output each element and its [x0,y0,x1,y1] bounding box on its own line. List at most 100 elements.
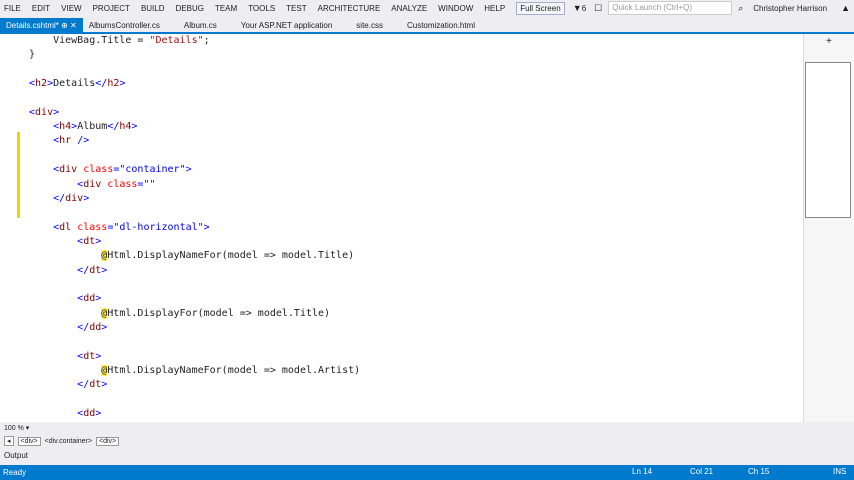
code-token: > [119,78,126,90]
menu-debug[interactable]: DEBUG [176,4,204,13]
menu-build[interactable]: BUILD [141,4,165,13]
code-line: @Html.DisplayNameFor(model => model.Titl… [29,249,354,263]
menu-test[interactable]: TEST [286,4,306,13]
code-token: hr [59,135,72,147]
code-token: h2 [35,78,48,90]
tab-label: Your ASP.NET application [240,21,333,30]
code-line: <h2>Details</h2> [29,77,125,91]
code-line: <dd> [29,292,101,306]
tab-label: AlbumsController.cs [88,21,160,30]
code-token: Html.DisplayFor(model => model.Title) [107,307,331,319]
code-token: dd [83,293,96,305]
menu-help[interactable]: HELP [484,4,505,13]
breadcrumb: ◂ <div> <div.container> <div> [4,436,120,446]
user-name[interactable]: Christopher Harrison [753,4,827,13]
code-token: class [83,164,114,176]
menu-project[interactable]: PROJECT [93,4,130,13]
code-token: </ [107,121,120,133]
code-token: > [53,106,60,118]
code-line: <dl class="dl-horizontal"> [29,221,210,235]
map-viewport[interactable] [805,62,851,218]
code-token: > [131,121,138,133]
pin-close-icon[interactable]: ⊕ ✕ [59,21,77,30]
code-line: } [29,48,35,62]
code-token: } [29,49,36,61]
tab-3[interactable]: Your ASP.NET application [235,18,350,33]
code-line: <dt> [29,350,101,364]
tab-1[interactable]: AlbumsController.cs [83,18,178,33]
status-bar: Ready Ln 14 Col 21 Ch 15 INS [0,465,854,480]
code-line: </dt> [29,378,107,392]
code-token: > [95,350,102,362]
code-token: div [59,164,78,176]
code-token: > [101,379,108,391]
breadcrumb-item[interactable]: <div.container> [45,438,92,445]
code-token: "Details" [149,35,204,46]
feedback-icon[interactable]: ☐ [594,3,602,14]
menu-edit[interactable]: EDIT [32,4,50,13]
code-token: > [101,264,108,276]
code-line: <hr /> [29,134,89,148]
zoom-level[interactable]: 100 % ▾ [4,424,29,432]
menu-architecture[interactable]: ARCHITECTURE [318,4,381,13]
tab-2[interactable]: Album.cs [178,18,235,33]
code-token: > [95,293,102,305]
code-token: h2 [107,78,120,90]
menu-team[interactable]: TEAM [215,4,237,13]
quick-launch-input[interactable]: Quick Launch (Ctrl+Q) [608,1,733,15]
full-screen-button[interactable]: Full Screen [516,1,565,15]
notification-flag-icon[interactable]: ▼ [573,3,582,13]
code-line: ViewBag.Title = "Details"; [29,34,210,48]
user-avatar-icon[interactable]: ▲ [841,3,850,13]
code-token: div [83,178,102,190]
tab-5[interactable]: Customization.html [401,18,493,33]
code-token: div [65,192,84,204]
code-line: <div> [29,106,59,120]
code-token: dl [59,221,72,233]
output-panel-tab[interactable]: Output [4,451,28,460]
code-token: "" [143,178,156,190]
menu-window[interactable]: WINDOW [438,4,473,13]
scroll-left-icon[interactable]: ◂ [4,436,14,446]
tab-label: Customization.html [406,21,475,30]
code-token: h4 [59,121,72,133]
menu-tools[interactable]: TOOLS [248,4,275,13]
code-token: ; [203,35,210,46]
code-token: </ [53,192,66,204]
notification-count[interactable]: 6 [582,4,586,13]
search-icon[interactable]: ⌕ [738,3,743,14]
code-line: <div class="container"> [29,163,192,177]
breadcrumb-item[interactable]: <div> [17,436,41,446]
title-right: ▼ 6 ☐ Quick Launch (Ctrl+Q) ⌕ Christophe… [573,1,854,15]
tab-4[interactable]: site.css [350,18,401,33]
code-token: </ [95,78,108,90]
breadcrumb-item[interactable]: <div> [96,436,120,446]
scrollbar-map[interactable]: + [803,34,854,422]
tab-label: Details.cshtml* [6,21,59,30]
code-token: ViewBag.Title = [29,35,150,46]
code-editor[interactable]: ViewBag.Title = "Details";} <h2>Details</… [0,34,803,422]
menu-file[interactable]: FILE [4,4,21,13]
code-token: Details [53,78,96,90]
code-token: </ [77,322,90,333]
code-token: > [101,322,108,333]
code-line: <div class="" [29,178,155,192]
code-token: dd [83,408,96,420]
menu-analyze[interactable]: ANALYZE [391,4,427,13]
code-token: </ [77,264,90,276]
change-marker [17,162,20,218]
code-token: "container" [119,164,186,176]
tab-0[interactable]: Details.cshtml* ⊕ ✕ [0,18,83,33]
menu-view[interactable]: VIEW [61,4,81,13]
split-icon[interactable]: + [826,36,832,47]
code-token: "dl-horizontal" [113,221,204,233]
